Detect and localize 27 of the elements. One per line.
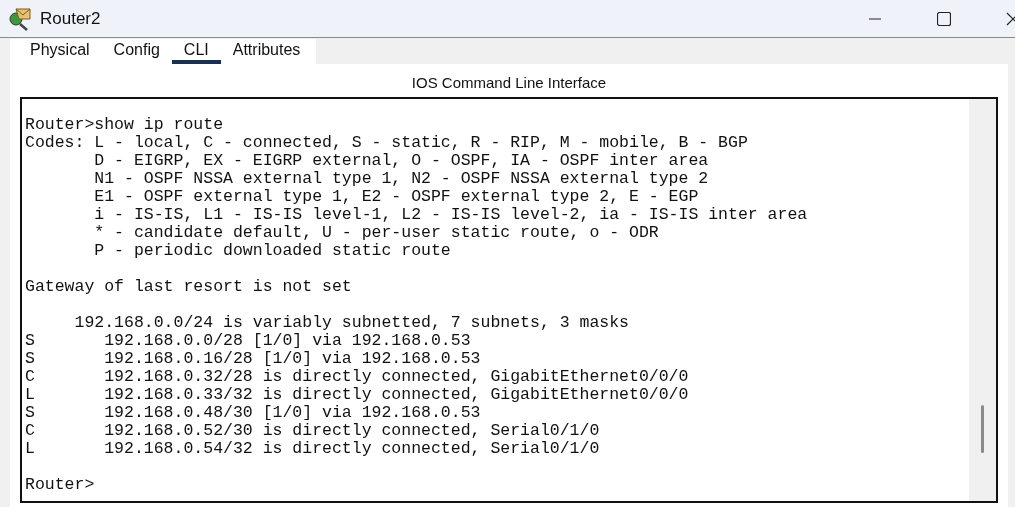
router-app-icon [7,5,33,32]
terminal-line: S 192.168.0.48/30 [1/0] via 192.168.0.53 [25,404,481,422]
window-title: Router2 [40,8,101,29]
panel-title: IOS Command Line Interface [410,73,608,93]
terminal-line: C 192.168.0.32/28 is directly connected, GigabitEthernet0/0/0 [25,368,689,386]
terminal-line: Gateway of last resort is not set [25,278,352,296]
terminal-line: 192.168.0.0/24 is variably subnetted, 7 subnets, 3 masks [73,314,629,332]
terminal-line: E1 - OSPF external type 1, E2 - OSPF external type 2, E - EGP [93,188,699,206]
terminal-line: i - IS-IS, L1 - IS-IS level-1, L2 - IS-IS level-2, ia - IS-IS inter area [93,206,808,224]
terminal-line: L 192.168.0.33/32 is directly connected, GigabitEthernet0/0/0 [25,386,689,404]
terminal-line: S 192.168.0.16/28 [1/0] via 192.168.0.53 [25,350,481,368]
terminal-line: Codes: L - local, C - connected, S - static, R - RIP, M - mobile, B - BGP [25,134,748,152]
tab[interactable]: Physical [18,39,102,64]
terminal-line: N1 - OSPF NSSA external type 1, N2 - OSPF NSSA external type 2 [93,170,709,188]
maximize-icon[interactable] [937,11,951,26]
terminal-line: D - EIGRP, EX - EIGRP external, O - OSPF, IA - OSPF inter area [93,152,709,170]
terminal-line: Router> [25,476,95,494]
terminal-line: P - periodic downloaded static route [93,242,451,260]
terminal-line: L 192.168.0.54/32 is directly connected, Serial0/1/0 [25,440,600,458]
scrollbar[interactable] [969,99,996,501]
terminal-line: Router>show ip route [25,116,224,134]
scrollbar-thumb[interactable] [981,405,984,453]
tab[interactable]: Config [101,39,172,64]
terminal-line: C 192.168.0.52/30 is directly connected, Serial0/1/0 [25,422,600,440]
tab[interactable]: Attributes [220,39,313,64]
terminal-line: S 192.168.0.0/28 [1/0] via 192.168.0.53 [25,332,471,350]
terminal-line: * - candidate default, U - per-user static route, o - ODR [93,224,659,242]
